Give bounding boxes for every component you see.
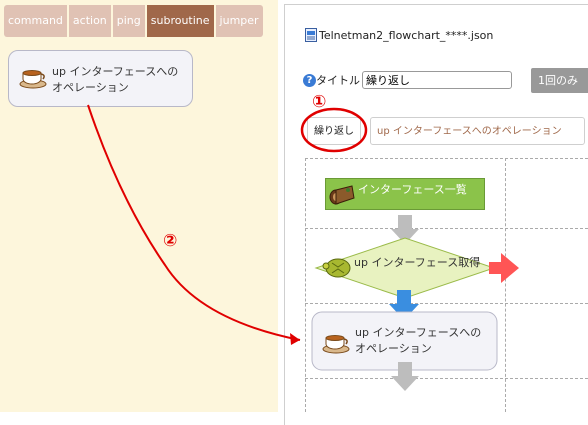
annotation-marker-1: ① [312, 92, 327, 112]
flow-node-get-up-interface-label: up インターフェース取得 [354, 256, 481, 269]
annotation-marker-2: ② [163, 231, 178, 251]
annotation-circle [300, 107, 368, 153]
flow-node-subroutine-label: up インターフェースへの オペレーション [355, 325, 481, 357]
flow-node-subroutine-line2: オペレーション [355, 342, 432, 355]
annotation-arrowhead [290, 333, 300, 345]
flow-node-subroutine-line1: up インターフェースへの [355, 326, 482, 339]
annotation-drag-arrow [87, 104, 301, 341]
red-arrow-right [489, 253, 519, 283]
turtle-icon [322, 258, 351, 278]
flow-diagram [87, 104, 519, 391]
